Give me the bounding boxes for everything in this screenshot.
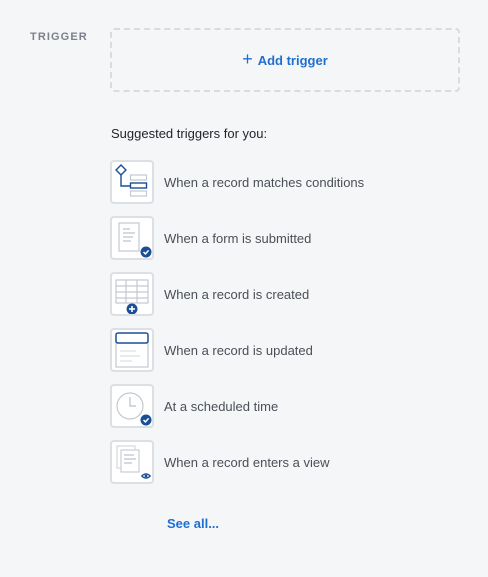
trigger-option-record-updated[interactable]: When a record is updated — [110, 326, 364, 374]
suggested-triggers-list: When a record matches conditions When a … — [110, 158, 364, 494]
see-all-link[interactable]: See all... — [167, 516, 219, 531]
trigger-option-record-enters-view[interactable]: When a record enters a view — [110, 438, 364, 486]
conditions-icon — [110, 160, 154, 204]
record-updated-icon — [110, 328, 154, 372]
suggested-triggers-title: Suggested triggers for you: — [111, 126, 268, 141]
form-submitted-icon — [110, 216, 154, 260]
record-created-icon — [110, 272, 154, 316]
trigger-option-label: When a record enters a view — [164, 454, 330, 470]
trigger-option-record-matches-conditions[interactable]: When a record matches conditions — [110, 158, 364, 206]
trigger-option-label: When a record matches conditions — [164, 174, 365, 190]
plus-icon: + — [242, 49, 253, 69]
clock-icon — [110, 384, 154, 428]
trigger-option-form-submitted[interactable]: When a form is submitted — [110, 214, 364, 262]
view-icon — [110, 440, 154, 484]
section-label: TRIGGER — [30, 31, 88, 43]
add-trigger-button[interactable]: + Add trigger — [110, 28, 460, 92]
trigger-option-label: When a form is submitted — [164, 230, 312, 246]
add-trigger-label: Add trigger — [257, 52, 328, 68]
trigger-option-label: When a record is created — [164, 286, 310, 302]
trigger-option-label: When a record is updated — [164, 342, 313, 358]
trigger-option-label: At a scheduled time — [164, 398, 279, 414]
trigger-option-record-created[interactable]: When a record is created — [110, 270, 364, 318]
trigger-option-scheduled-time[interactable]: At a scheduled time — [110, 382, 364, 430]
